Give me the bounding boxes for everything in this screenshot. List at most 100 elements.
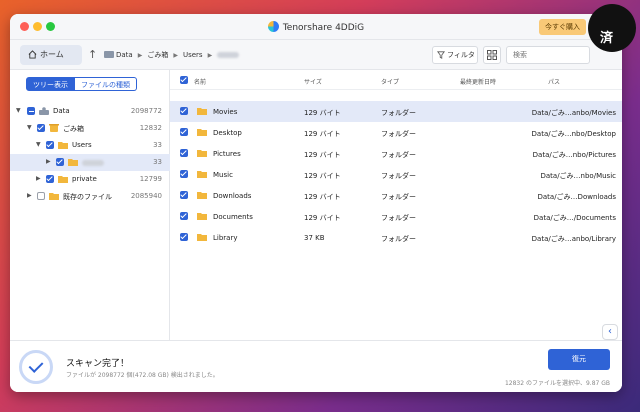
row-checkbox[interactable] [180, 107, 188, 115]
table-row[interactable]: Library 37 KB フォルダー Data/ごみ…anbo/Library [170, 227, 622, 248]
app-title: Tenorshare 4DDiG [10, 21, 622, 33]
breadcrumb-separator-icon: ▶ [207, 51, 213, 59]
tree-item-count: 33 [153, 141, 162, 149]
row-type: フォルダー [381, 151, 416, 159]
breadcrumb-item-blurred[interactable] [217, 52, 240, 58]
checkbox[interactable] [46, 141, 54, 149]
tree-item-data[interactable]: ▼ Data 2098772 [10, 103, 170, 120]
grid-view-icon [487, 50, 497, 60]
home-icon [28, 50, 37, 59]
buy-now-button[interactable]: 今すぐ購入 [539, 19, 586, 35]
folder-icon [197, 234, 207, 241]
checkbox[interactable] [46, 175, 54, 183]
row-size: 129 バイト [304, 151, 341, 159]
tree-item-count: 33 [153, 158, 162, 166]
expand-icon[interactable]: ▼ [36, 141, 41, 148]
home-button[interactable]: ホーム [20, 45, 82, 65]
row-size: 129 バイト [304, 193, 341, 201]
breadcrumb-item-data[interactable]: Data [104, 51, 133, 59]
folder-icon [197, 192, 207, 199]
folder-icon [197, 108, 207, 115]
column-path[interactable]: パス [548, 77, 560, 86]
restore-button[interactable]: 復元 [548, 349, 610, 370]
row-path: Data/ごみ…nbo/Desktop [531, 130, 616, 138]
tab-file-type[interactable]: ファイルの種類 [75, 77, 137, 91]
checkbox[interactable] [27, 107, 35, 115]
app-logo-icon [267, 21, 279, 32]
breadcrumb-item-users[interactable]: Users [183, 51, 203, 59]
tree-item-label: Users [72, 141, 92, 149]
scan-status-title: スキャン完了！ [66, 359, 130, 369]
title-bar: Tenorshare 4DDiG 今すぐ購入 [10, 14, 622, 40]
tree-item-label: Data [53, 107, 70, 115]
checkbox[interactable] [37, 192, 45, 200]
row-name: Pictures [213, 150, 241, 158]
site-logo-badge: 済 [588, 4, 636, 52]
drive-icon [39, 107, 49, 115]
row-size: 129 バイト [304, 214, 341, 222]
home-label: ホーム [40, 50, 64, 59]
row-checkbox[interactable] [180, 233, 188, 241]
checkbox[interactable] [56, 158, 64, 166]
view-toggle-button[interactable] [483, 46, 501, 64]
row-type: フォルダー [381, 172, 416, 180]
column-name[interactable]: 名前 [194, 77, 206, 86]
tree-item-users[interactable]: ▼ Users 33 [10, 137, 170, 154]
collapse-icon[interactable]: ▶ [46, 158, 51, 165]
selection-info: 12832 のファイルを選択中、9.87 GB [504, 380, 610, 387]
row-type: フォルダー [381, 130, 416, 138]
collapse-icon[interactable]: ▶ [36, 175, 41, 182]
scan-status-subtitle: ファイルが 2098772 個(472.08 GB) 検出されました。 [66, 372, 219, 379]
tree-item-count: 12799 [139, 175, 162, 183]
filter-button[interactable]: フィルタ [432, 46, 478, 64]
tree-item-private[interactable]: ▶ private 12799 [10, 171, 170, 188]
tree-item-count: 2085940 [130, 192, 162, 200]
row-checkbox[interactable] [180, 128, 188, 136]
table-row[interactable]: Downloads 129 バイト フォルダー Data/ごみ…Download… [170, 185, 622, 206]
scan-complete-icon [19, 350, 53, 384]
chevron-left-icon[interactable]: ‹ [602, 324, 618, 340]
file-list: 名前 サイズ タイプ 最終更新日時 パス Movies 129 バイト フォルダ… [170, 70, 622, 340]
filter-icon [437, 51, 445, 59]
select-all-checkbox[interactable] [180, 76, 188, 84]
column-type[interactable]: タイプ [381, 77, 399, 86]
row-checkbox[interactable] [180, 170, 188, 178]
tree-item-existing-files[interactable]: ▶ 既存のファイル 2085940 [10, 188, 170, 205]
tree-item-count: 2098772 [130, 107, 162, 115]
row-type: フォルダー [381, 214, 416, 222]
row-path: Data/ごみ…nbo/Pictures [532, 151, 616, 159]
tree-item-count: 12832 [139, 124, 162, 132]
expand-icon[interactable]: ▼ [27, 124, 32, 131]
table-row[interactable]: Music 129 バイト フォルダー Data/ごみ…nbo/Music [170, 164, 622, 185]
drive-icon [104, 51, 114, 58]
column-modified[interactable]: 最終更新日時 [460, 77, 496, 86]
tab-tree-view[interactable]: ツリー表示 [26, 77, 75, 91]
tree-item-label: ごみ箱 [63, 125, 84, 133]
column-size[interactable]: サイズ [304, 77, 322, 86]
up-directory-icon[interactable]: ↑ [88, 48, 97, 61]
toolbar: ホーム ↑ Data ▶ ごみ箱 ▶ Users ▶ フィルタ [10, 40, 622, 70]
checkbox[interactable] [37, 124, 45, 132]
expand-icon[interactable]: ▼ [16, 107, 21, 114]
table-row[interactable]: Documents 129 バイト フォルダー Data/ごみ…/Documen… [170, 206, 622, 227]
row-name: Movies [213, 108, 238, 116]
table-row[interactable]: Movies 129 バイト フォルダー Data/ごみ…anbo/Movies [170, 101, 622, 122]
sidebar-view-tabs: ツリー表示 ファイルの種類 [26, 77, 137, 91]
status-footer: スキャン完了！ ファイルが 2098772 個(472.08 GB) 検出されま… [10, 340, 622, 392]
row-name: Desktop [213, 129, 242, 137]
row-path: Data/ごみ…anbo/Movies [531, 109, 616, 117]
row-checkbox[interactable] [180, 212, 188, 220]
row-checkbox[interactable] [180, 149, 188, 157]
tree-item-user-folder[interactable]: ▶ 33 [10, 154, 170, 171]
tree-item-trash[interactable]: ▼ ごみ箱 12832 [10, 120, 170, 137]
row-size: 129 バイト [304, 130, 341, 138]
row-checkbox[interactable] [180, 191, 188, 199]
table-row[interactable]: Desktop 129 バイト フォルダー Data/ごみ…nbo/Deskto… [170, 122, 622, 143]
folder-icon [49, 193, 59, 200]
table-row[interactable]: Pictures 129 バイト フォルダー Data/ごみ…nbo/Pictu… [170, 143, 622, 164]
logo-kanji: 済 [600, 31, 614, 46]
breadcrumb-item-trash[interactable]: ごみ箱 [147, 50, 168, 60]
search-input[interactable] [506, 46, 590, 64]
folder-icon [197, 129, 207, 136]
collapse-icon[interactable]: ▶ [27, 192, 32, 199]
